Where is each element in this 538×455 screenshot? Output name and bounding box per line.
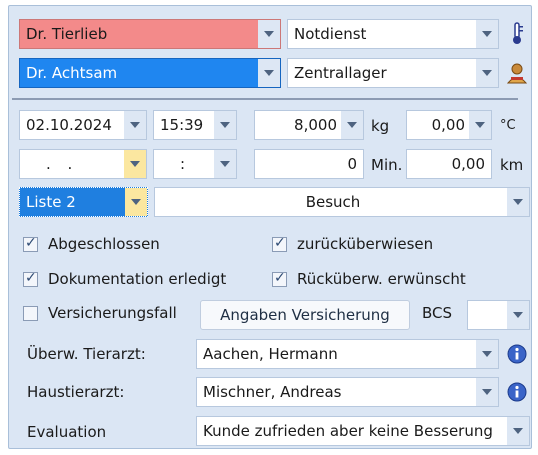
person-icon[interactable] bbox=[503, 58, 531, 88]
insurance-details-button[interactable]: Angaben Versicherung bbox=[200, 300, 410, 330]
evaluation-select[interactable]: Kunde zufrieden aber keine Besserung bbox=[196, 416, 530, 446]
weight-value: 8,000 bbox=[294, 116, 337, 134]
home-vet-label: Haustierarzt: bbox=[27, 383, 125, 401]
check-icon: ✓ bbox=[274, 270, 286, 286]
info-icon[interactable] bbox=[503, 377, 531, 407]
minutes-field[interactable]: 0 bbox=[254, 149, 364, 179]
bcs-label: BCS bbox=[422, 304, 453, 322]
chevron-down-icon[interactable] bbox=[469, 111, 491, 139]
chevron-down-icon[interactable] bbox=[258, 20, 280, 48]
dokumentation-checkbox[interactable]: ✓ bbox=[23, 270, 38, 287]
chevron-down-icon[interactable] bbox=[125, 188, 147, 216]
info-icon[interactable] bbox=[503, 339, 531, 369]
distance-unit: km bbox=[500, 156, 524, 174]
versicherungsfall-label: Versicherungsfall bbox=[48, 304, 177, 322]
abgeschlossen-label: Abgeschlossen bbox=[48, 235, 160, 253]
chevron-down-icon[interactable] bbox=[507, 188, 529, 216]
zurueckueberwiesen-label: zurücküberwiesen bbox=[297, 235, 434, 253]
chevron-down-icon[interactable] bbox=[214, 111, 236, 139]
chevron-down-icon[interactable] bbox=[258, 59, 280, 87]
date-value: 02.10.2024 bbox=[26, 116, 112, 134]
vet-secondary-select[interactable]: Dr. Achtsam bbox=[19, 58, 281, 88]
weight-field[interactable]: 8,000 bbox=[254, 110, 364, 140]
weight-unit: kg bbox=[371, 117, 390, 135]
separator bbox=[12, 98, 518, 100]
time-empty-value: : bbox=[180, 155, 186, 173]
referring-vet-select[interactable]: Aachen, Hermann bbox=[196, 339, 499, 369]
temperature-value: 0,00 bbox=[431, 116, 465, 134]
visit-type-value: Besuch bbox=[305, 193, 361, 211]
date-empty-picker[interactable]: . . bbox=[19, 149, 147, 179]
location-value: Zentrallager bbox=[294, 64, 387, 82]
check-icon: ✓ bbox=[274, 235, 286, 251]
referring-vet-label: Überw. Tierarzt: bbox=[27, 345, 146, 363]
rueckueberweisung-checkbox[interactable]: ✓ bbox=[272, 270, 287, 287]
temperature-unit: °C bbox=[500, 118, 516, 133]
list-value: Liste 2 bbox=[26, 193, 76, 211]
list-select[interactable]: Liste 2 bbox=[19, 187, 148, 217]
location-select[interactable]: Zentrallager bbox=[287, 58, 499, 88]
rueckueberweisung-label: Rücküberw. erwünscht bbox=[297, 270, 466, 288]
minutes-unit: Min. bbox=[371, 156, 403, 174]
evaluation-label: Evaluation bbox=[27, 423, 107, 441]
versicherungsfall-checkbox[interactable] bbox=[23, 306, 38, 321]
service-value: Notdienst bbox=[294, 25, 367, 43]
chevron-down-icon[interactable] bbox=[124, 111, 146, 139]
chevron-down-icon[interactable] bbox=[341, 111, 363, 139]
distance-value: 0,00 bbox=[451, 155, 485, 173]
distance-field[interactable]: 0,00 bbox=[406, 149, 492, 179]
chevron-down-icon[interactable] bbox=[507, 417, 529, 445]
visit-type-select[interactable]: Besuch bbox=[154, 187, 530, 217]
temperature-field[interactable]: 0,00 bbox=[406, 110, 492, 140]
chevron-down-icon[interactable] bbox=[476, 20, 498, 48]
time-picker[interactable]: 15:39 bbox=[153, 110, 237, 140]
vet-primary-value: Dr. Tierlieb bbox=[26, 25, 108, 43]
chevron-down-icon[interactable] bbox=[507, 301, 529, 329]
chevron-down-icon[interactable] bbox=[476, 59, 498, 87]
date-picker[interactable]: 02.10.2024 bbox=[19, 110, 147, 140]
chevron-down-icon[interactable] bbox=[214, 150, 236, 178]
service-select[interactable]: Notdienst bbox=[287, 19, 499, 49]
abgeschlossen-checkbox[interactable]: ✓ bbox=[23, 235, 38, 252]
referring-vet-value: Aachen, Hermann bbox=[203, 345, 338, 363]
home-vet-select[interactable]: Mischner, Andreas bbox=[196, 377, 499, 407]
check-icon: ✓ bbox=[25, 270, 37, 286]
date-empty-value: . . bbox=[46, 155, 79, 173]
dokumentation-label: Dokumentation erledigt bbox=[48, 270, 227, 288]
chevron-down-icon[interactable] bbox=[476, 340, 498, 368]
minutes-value: 0 bbox=[347, 155, 357, 173]
vet-primary-select[interactable]: Dr. Tierlieb bbox=[19, 19, 281, 49]
chevron-down-icon[interactable] bbox=[476, 378, 498, 406]
home-vet-value: Mischner, Andreas bbox=[203, 383, 342, 401]
check-icon: ✓ bbox=[25, 235, 37, 251]
time-value: 15:39 bbox=[160, 116, 204, 134]
vet-secondary-value: Dr. Achtsam bbox=[26, 64, 118, 82]
thermometer-icon[interactable] bbox=[503, 19, 531, 49]
bcs-select[interactable] bbox=[467, 300, 530, 330]
evaluation-value: Kunde zufrieden aber keine Besserung bbox=[203, 422, 493, 440]
chevron-down-icon[interactable] bbox=[124, 150, 146, 178]
zurueckueberwiesen-checkbox[interactable]: ✓ bbox=[272, 235, 287, 252]
time-empty-picker[interactable]: : bbox=[153, 149, 237, 179]
